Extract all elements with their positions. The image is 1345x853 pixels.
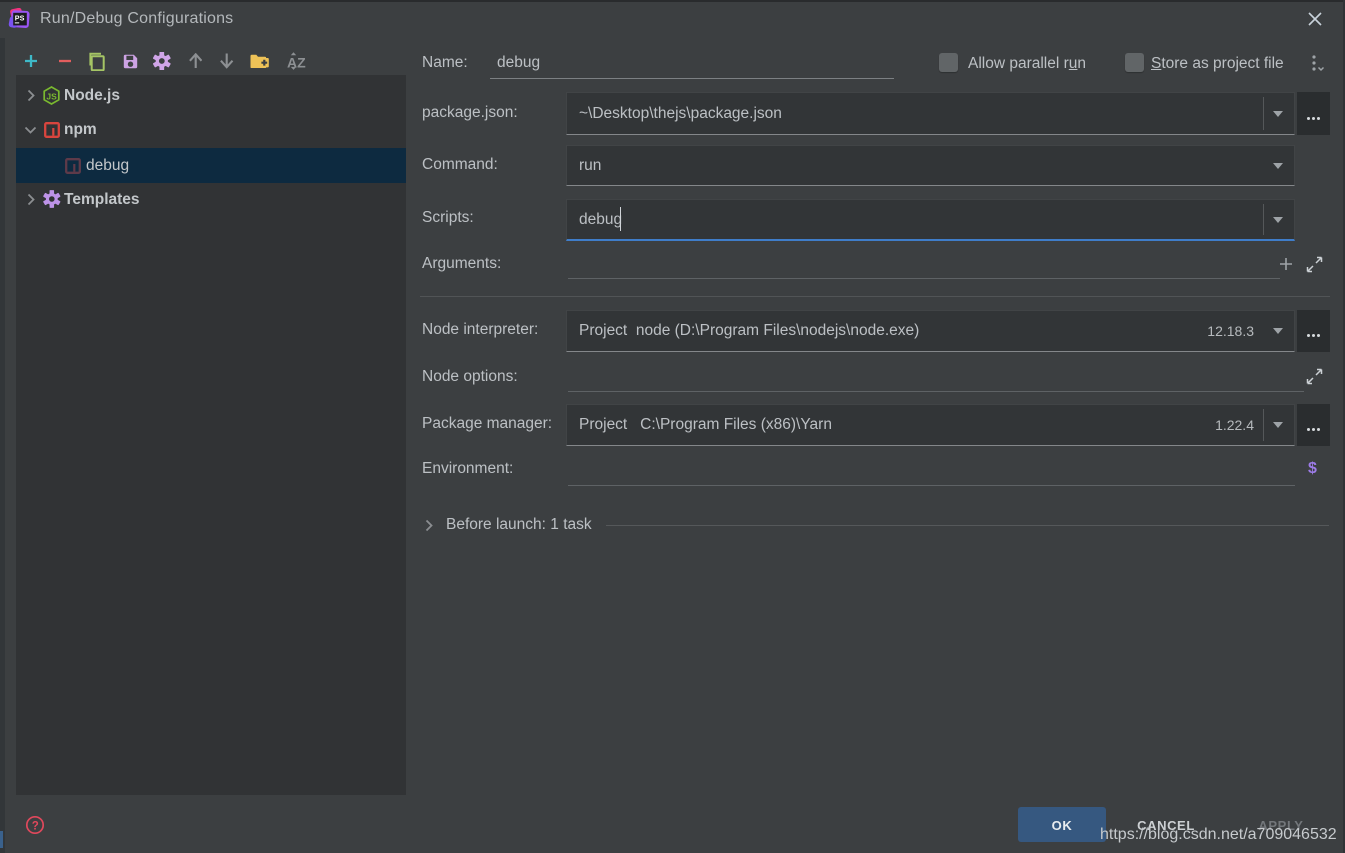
svg-text:?: ? — [32, 820, 39, 832]
svg-text:PS: PS — [15, 14, 25, 23]
svg-text:JS: JS — [46, 92, 57, 102]
svg-text:AZ: AZ — [287, 54, 306, 70]
